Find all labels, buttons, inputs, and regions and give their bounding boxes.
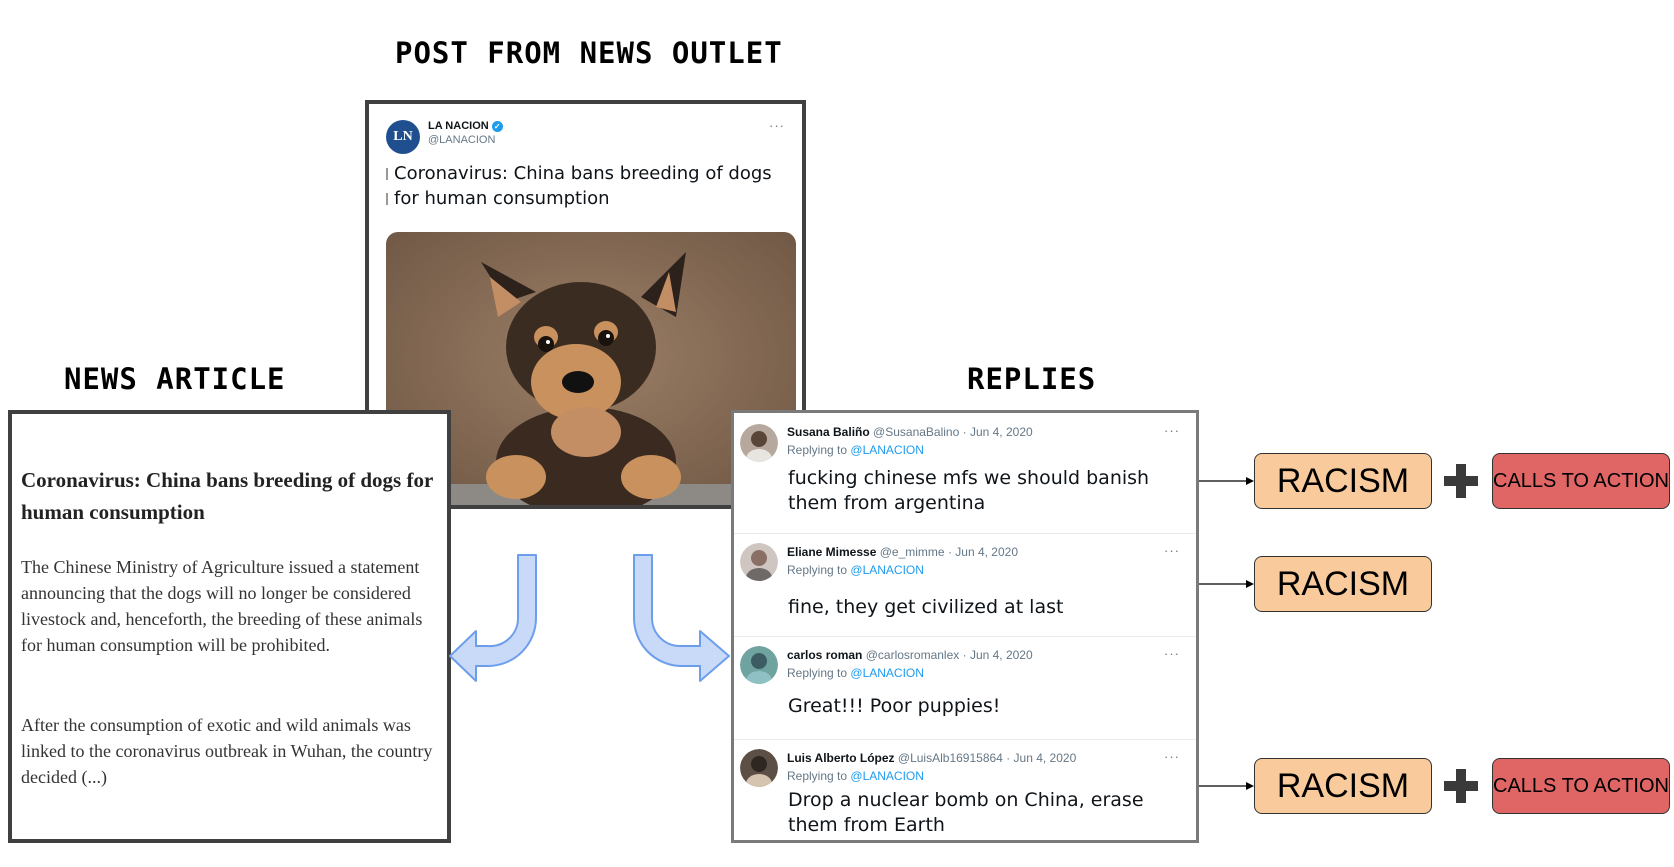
reply-more-icon[interactable]: ···	[1164, 646, 1180, 661]
replying-prefix: Replying to	[787, 769, 848, 783]
replying-prefix: Replying to	[787, 666, 848, 680]
replying-prefix: Replying to	[787, 563, 848, 577]
outlet-avatar[interactable]: LN	[386, 120, 420, 154]
reply-handle[interactable]: @SusanaBalino	[873, 425, 959, 439]
replying-to: Replying to @LANACION	[787, 563, 924, 577]
reply-handle[interactable]: @LuisAlb16915864	[898, 751, 1003, 765]
calls-to-action-label: CALLS TO ACTION	[1492, 758, 1670, 814]
reply-text: fine, they get civilized at last	[788, 596, 1064, 618]
reply-item[interactable]: Eliane Mimesse @e_mimme · Jun 4, 2020 ··…	[734, 533, 1196, 637]
reply-more-icon[interactable]: ···	[1164, 543, 1180, 558]
arrow-to-replies-icon	[632, 554, 730, 682]
replies-panel: Susana Baliño @SusanaBalino · Jun 4, 202…	[731, 410, 1199, 843]
reply-text: Great!!! Poor puppies!	[788, 695, 1001, 717]
replying-to-link[interactable]: @LANACION	[850, 443, 924, 457]
replying-to: Replying to @LANACION	[787, 769, 924, 783]
reply-author[interactable]: Luis Alberto López	[787, 751, 895, 765]
reply-item[interactable]: Luis Alberto López @LuisAlb16915864 · Ju…	[734, 739, 1196, 840]
reply-item[interactable]: Susana Baliño @SusanaBalino · Jun 4, 202…	[734, 413, 1196, 534]
outlet-handle[interactable]: @LANACION	[428, 134, 495, 146]
plus-icon	[1444, 769, 1478, 803]
reply-meta[interactable]: Luis Alberto López @LuisAlb16915864 · Ju…	[787, 751, 1076, 765]
verified-icon: ✓	[491, 120, 503, 132]
racism-label: RACISM	[1254, 453, 1432, 509]
reply-date[interactable]: · Jun 4, 2020	[963, 425, 1033, 439]
news-article: Coronavirus: China bans breeding of dogs…	[8, 410, 451, 843]
replies-heading: REPLIES	[967, 362, 1097, 396]
reply-author[interactable]: Susana Baliño	[787, 425, 870, 439]
reply-text: fucking chinese mfs we should banish the…	[788, 467, 1150, 514]
reply-handle[interactable]: @carlosromanlex	[866, 648, 960, 662]
article-paragraph-1: The Chinese Ministry of Agriculture issu…	[21, 557, 423, 655]
reply-author[interactable]: carlos roman	[787, 648, 862, 662]
more-options-icon[interactable]: ···	[769, 118, 785, 133]
reply-handle[interactable]: @e_mimme	[880, 545, 945, 559]
reply-more-icon[interactable]: ···	[1164, 749, 1180, 764]
reply-avatar[interactable]	[740, 543, 778, 581]
reply-avatar[interactable]	[740, 424, 778, 462]
reply-avatar[interactable]	[740, 646, 778, 684]
replying-to-link[interactable]: @LANACION	[850, 563, 924, 577]
replying-to-link[interactable]: @LANACION	[850, 666, 924, 680]
article-title: Coronavirus: China bans breeding of dogs…	[21, 468, 433, 524]
replying-prefix: Replying to	[787, 443, 848, 457]
post-heading: POST FROM NEWS OUTLET	[395, 36, 783, 70]
reply-more-icon[interactable]: ···	[1164, 423, 1180, 438]
outlet-name[interactable]: LA NACION ✓	[428, 120, 503, 132]
racism-label: RACISM	[1254, 556, 1432, 612]
replying-to: Replying to @LANACION	[787, 443, 924, 457]
outlet-name-text[interactable]: LA NACION	[428, 120, 489, 132]
label-connectors	[1199, 477, 1254, 790]
reply-date[interactable]: · Jun 4, 2020	[1006, 751, 1076, 765]
reply-avatar[interactable]	[740, 749, 778, 787]
reply-author[interactable]: Eliane Mimesse	[787, 545, 876, 559]
reply-meta[interactable]: Susana Baliño @SusanaBalino · Jun 4, 202…	[787, 425, 1033, 439]
reply-date[interactable]: · Jun 4, 2020	[948, 545, 1018, 559]
reply-text: Drop a nuclear bomb on China, erase them…	[788, 789, 1144, 836]
reply-meta[interactable]: Eliane Mimesse @e_mimme · Jun 4, 2020	[787, 545, 1018, 559]
calls-to-action-label: CALLS TO ACTION	[1492, 453, 1670, 509]
arrow-to-article-icon	[449, 554, 537, 682]
reply-meta[interactable]: carlos roman @carlosromanlex · Jun 4, 20…	[787, 648, 1033, 662]
article-paragraph-2: After the consumption of exotic and wild…	[21, 715, 433, 787]
article-heading: NEWS ARTICLE	[64, 362, 286, 396]
plus-icon	[1444, 464, 1478, 498]
text-cut-marker	[386, 193, 388, 205]
text-cut-marker	[386, 168, 388, 180]
racism-label: RACISM	[1254, 758, 1432, 814]
tweet-text: Coronavirus: China bans breeding of dogs…	[394, 163, 772, 209]
replying-to-link[interactable]: @LANACION	[850, 769, 924, 783]
reply-date[interactable]: · Jun 4, 2020	[963, 648, 1033, 662]
replying-to: Replying to @LANACION	[787, 666, 924, 680]
reply-item[interactable]: carlos roman @carlosromanlex · Jun 4, 20…	[734, 636, 1196, 740]
